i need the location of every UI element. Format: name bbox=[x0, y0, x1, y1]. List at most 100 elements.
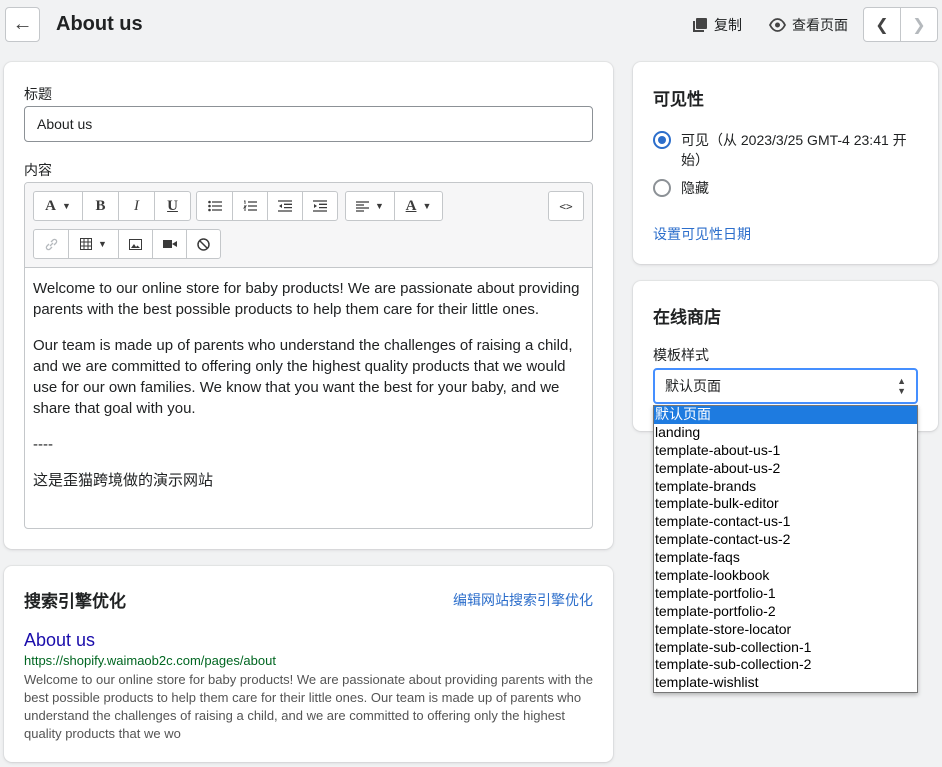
list-group bbox=[196, 191, 338, 221]
content-paragraph: Welcome to our online store for baby pro… bbox=[33, 280, 580, 318]
template-option[interactable]: template-about-us-2 bbox=[654, 460, 917, 478]
font-style-icon: A bbox=[45, 197, 56, 214]
underline-icon: U bbox=[167, 197, 178, 214]
italic-icon: I bbox=[134, 197, 139, 214]
align-left-icon bbox=[356, 200, 370, 212]
table-dropdown[interactable]: ▼ bbox=[68, 230, 118, 258]
visible-option[interactable]: 可见（从 2023/3/25 GMT-4 23:41 开始） bbox=[653, 130, 918, 170]
chevron-left-icon: ❮ bbox=[875, 16, 889, 34]
content-paragraph: Our team is made up of parents who under… bbox=[33, 337, 573, 417]
content-paragraph: 这是歪猫跨境做的演示网站 bbox=[33, 472, 214, 489]
template-option[interactable]: template-store-locator bbox=[654, 621, 917, 639]
insert-video-button[interactable] bbox=[152, 230, 186, 258]
visible-label: 可见（从 2023/3/25 GMT-4 23:41 开始） bbox=[681, 132, 907, 168]
select-arrows-icon: ▲ ▼ bbox=[897, 376, 906, 396]
template-select-value: 默认页面 bbox=[665, 378, 721, 394]
clear-format-button[interactable] bbox=[186, 230, 220, 258]
bold-button[interactable]: B bbox=[82, 192, 118, 220]
template-option[interactable]: template-about-us-1 bbox=[654, 442, 917, 460]
editor-toolbar: A ▼ B I U ▼ A ▼ <> ▼ bbox=[25, 183, 592, 268]
html-code-button[interactable]: <> bbox=[549, 192, 583, 220]
template-label: 模板样式 bbox=[653, 347, 709, 363]
template-option[interactable]: template-sub-collection-1 bbox=[654, 639, 917, 657]
numbered-list-button[interactable] bbox=[232, 192, 267, 220]
visibility-heading: 可见性 bbox=[653, 90, 704, 109]
seo-heading: 搜索引擎优化 bbox=[24, 592, 126, 611]
code-icon: <> bbox=[559, 199, 573, 213]
seo-preview-description: Welcome to our online store for baby pro… bbox=[24, 672, 593, 741]
seo-preview-url: https://shopify.waimaob2c.com/pages/abou… bbox=[24, 653, 276, 668]
template-option[interactable]: landing bbox=[654, 424, 917, 442]
align-color-group: ▼ A ▼ bbox=[345, 191, 443, 221]
table-icon bbox=[80, 238, 93, 250]
visible-radio[interactable] bbox=[653, 131, 671, 149]
page-pager: ❮ ❯ bbox=[863, 7, 938, 42]
hidden-label: 隐藏 bbox=[681, 180, 709, 196]
duplicate-icon bbox=[693, 18, 707, 32]
text-color-dropdown[interactable]: A ▼ bbox=[394, 192, 442, 220]
content-paragraph: ---- bbox=[33, 436, 53, 453]
image-icon bbox=[129, 238, 142, 250]
numbered-list-icon bbox=[243, 200, 257, 211]
duplicate-label: 复制 bbox=[714, 17, 742, 33]
indent-icon bbox=[313, 200, 327, 212]
template-option[interactable]: template-portfolio-1 bbox=[654, 585, 917, 603]
template-dropdown-list: 默认页面 landing template-about-us-1 template-a… bbox=[653, 405, 918, 693]
outdent-button[interactable] bbox=[267, 192, 302, 220]
set-visibility-date-link[interactable]: 设置可见性日期 bbox=[653, 224, 751, 244]
clear-format-icon bbox=[197, 237, 210, 251]
previous-page-button[interactable]: ❮ bbox=[864, 8, 900, 41]
editor-content[interactable]: Welcome to our online store for baby pro… bbox=[33, 278, 588, 506]
align-dropdown[interactable]: ▼ bbox=[346, 192, 394, 220]
template-option[interactable]: template-sub-collection-2 bbox=[654, 656, 917, 674]
visibility-card: 可见性 可见（从 2023/3/25 GMT-4 23:41 开始） 隐藏 设置… bbox=[633, 62, 938, 264]
page-content-card: 标题 About us 内容 A ▼ B I U ▼ A ▼ <> ▼ Welc… bbox=[4, 62, 613, 549]
template-option[interactable]: template-contact-us-1 bbox=[654, 513, 917, 531]
template-option[interactable]: template-faqs bbox=[654, 549, 917, 567]
link-icon bbox=[45, 238, 57, 250]
font-style-dropdown[interactable]: A ▼ bbox=[34, 192, 82, 220]
bullet-list-icon bbox=[207, 200, 222, 212]
eye-icon bbox=[769, 18, 786, 32]
template-option[interactable]: template-contact-us-2 bbox=[654, 531, 917, 549]
duplicate-button[interactable]: 复制 bbox=[692, 15, 742, 35]
title-label: 标题 bbox=[24, 86, 52, 102]
format-group: A ▼ B I U bbox=[33, 191, 191, 221]
template-option[interactable]: template-lookbook bbox=[654, 567, 917, 585]
page-title: About us bbox=[56, 13, 143, 35]
caret-down-icon: ▼ bbox=[61, 201, 71, 211]
view-page-button[interactable]: 查看页面 bbox=[769, 15, 848, 35]
hidden-radio[interactable] bbox=[653, 179, 671, 197]
template-option[interactable]: 默认页面 bbox=[654, 406, 917, 424]
chevron-right-icon: ❯ bbox=[912, 16, 926, 34]
underline-button[interactable]: U bbox=[154, 192, 190, 220]
insert-image-button[interactable] bbox=[118, 230, 152, 258]
template-option[interactable]: template-portfolio-2 bbox=[654, 603, 917, 621]
italic-button[interactable]: I bbox=[118, 192, 154, 220]
view-page-label: 查看页面 bbox=[792, 17, 848, 33]
link-button[interactable] bbox=[34, 230, 68, 258]
arrow-left-icon: ← bbox=[12, 13, 33, 35]
outdent-icon bbox=[278, 200, 292, 212]
template-option[interactable]: template-bulk-editor bbox=[654, 495, 917, 513]
video-icon bbox=[162, 240, 177, 248]
online-store-heading: 在线商店 bbox=[653, 308, 721, 327]
template-select[interactable]: 默认页面 ▲ ▼ bbox=[653, 368, 918, 404]
next-page-button[interactable]: ❯ bbox=[900, 8, 937, 41]
template-option[interactable]: template-wishlist bbox=[654, 674, 917, 692]
edit-seo-link[interactable]: 编辑网站搜索引擎优化 bbox=[453, 590, 593, 610]
caret-down-icon: ▼ bbox=[375, 201, 384, 211]
text-color-icon: A bbox=[405, 197, 417, 214]
hidden-option[interactable]: 隐藏 bbox=[653, 178, 709, 198]
seo-preview-title: About us bbox=[24, 630, 96, 650]
page-header: ← About us 复制 查看页面 ❮ ❯ bbox=[0, 0, 942, 50]
caret-down-icon: ▼ bbox=[422, 201, 432, 211]
bold-icon: B bbox=[95, 197, 106, 214]
template-option[interactable]: template-brands bbox=[654, 478, 917, 496]
back-button[interactable]: ← bbox=[5, 7, 40, 42]
rich-text-editor: A ▼ B I U ▼ A ▼ <> ▼ Welcome to our onli… bbox=[24, 182, 593, 529]
bullet-list-button[interactable] bbox=[197, 192, 232, 220]
indent-button[interactable] bbox=[302, 192, 337, 220]
code-group: <> bbox=[548, 191, 584, 221]
title-input[interactable]: About us bbox=[24, 106, 593, 142]
